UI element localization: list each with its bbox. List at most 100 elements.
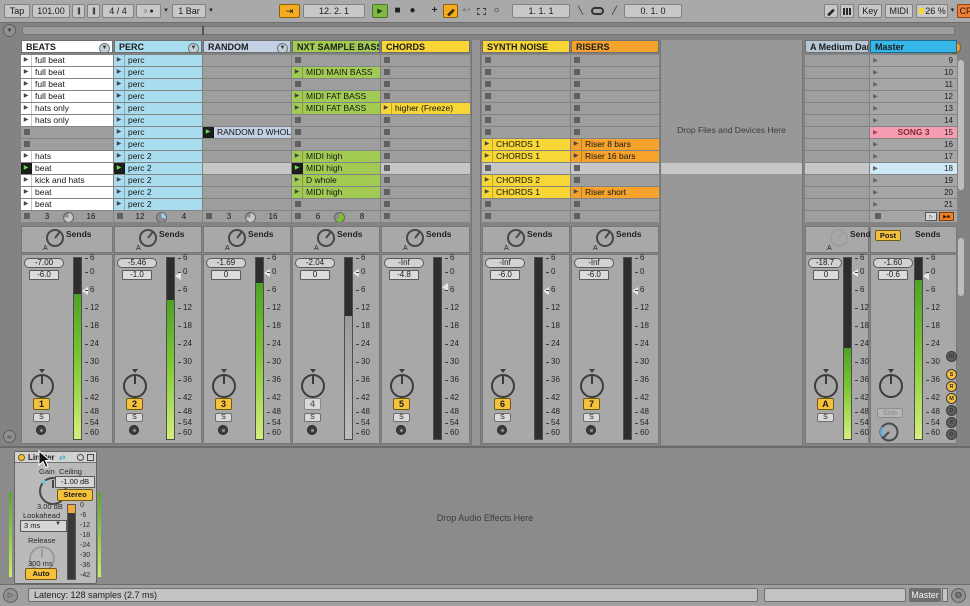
clip-stop-button[interactable]: [384, 201, 390, 207]
clip-play-icon[interactable]: ▶: [114, 199, 125, 210]
scene-play-icon[interactable]: ▶: [873, 91, 878, 102]
clip-stop-slot[interactable]: [292, 55, 380, 66]
clip-full-beat[interactable]: ▶full beat: [21, 55, 113, 66]
clip-play-icon[interactable]: ▶: [482, 175, 493, 186]
cpu-overload-button[interactable]: CPU: [957, 4, 970, 18]
clip-stop-button[interactable]: [384, 93, 390, 99]
empty-clip-slot[interactable]: [203, 79, 291, 90]
send-a-knob-risers[interactable]: [596, 229, 614, 247]
clip-play-icon[interactable]: ▶: [571, 151, 582, 162]
clip-play-icon[interactable]: ▶: [114, 79, 125, 90]
clip-stop-button[interactable]: [485, 201, 491, 207]
clip-play-icon[interactable]: ▶: [114, 103, 125, 114]
clip-midi-main-bass[interactable]: ▶MIDI MAIN BASS: [292, 67, 380, 78]
track-header-a-medium-dark-pl[interactable]: A Medium Dark Pl: [805, 40, 869, 53]
clip-perc[interactable]: ▶perc: [114, 103, 202, 114]
clip-play-icon[interactable]: ▶: [114, 115, 125, 126]
clip-midi-high[interactable]: ▶MIDI high: [292, 163, 380, 174]
mixer-toggle-o[interactable]: O: [946, 429, 957, 440]
scene-play-icon[interactable]: ▶: [873, 115, 878, 126]
clip-stop-slot[interactable]: [571, 175, 659, 186]
info-view-toggle[interactable]: ▷: [3, 588, 18, 603]
clip-play-icon[interactable]: ▶: [21, 115, 32, 126]
clip-chords-2[interactable]: ▶CHORDS 2: [482, 175, 570, 186]
clip-stop-button[interactable]: [485, 69, 491, 75]
loop-length-display[interactable]: 0. 1. 0: [624, 4, 682, 18]
clip-stop-button[interactable]: [574, 93, 580, 99]
send-a-knob-beats[interactable]: [46, 229, 64, 247]
quantization-menu[interactable]: 1 Bar: [172, 4, 206, 18]
clip-stop-button[interactable]: [384, 129, 390, 135]
solo-button-nxt-sample-bass[interactable]: S: [304, 413, 321, 422]
empty-clip-slot[interactable]: [203, 151, 291, 162]
clip-riser-8-bars[interactable]: ▶Riser 8 bars: [571, 139, 659, 150]
pan-knob-synth-noise[interactable]: [491, 374, 515, 398]
clip-d-whole[interactable]: ▶D whole: [292, 175, 380, 186]
arrangement-overview-strip[interactable]: [22, 26, 955, 35]
clip-stop-slot[interactable]: [482, 91, 570, 102]
clip-perc-2[interactable]: ▶perc 2: [114, 187, 202, 198]
clip-full-beat[interactable]: ▶full beat: [21, 91, 113, 102]
clip-stop-slot[interactable]: [381, 175, 470, 186]
scene-play-icon[interactable]: ▶: [873, 55, 878, 66]
clip-stop-slot[interactable]: [482, 163, 570, 174]
clip-perc[interactable]: ▶perc: [114, 79, 202, 90]
scene-slot-15[interactable]: ▶SONG 315: [870, 127, 957, 138]
punch-in-button[interactable]: ╲: [574, 4, 587, 18]
solo-button-chords[interactable]: S: [393, 413, 410, 422]
return-clip-slot[interactable]: [805, 199, 869, 210]
volume-value-master[interactable]: -0.6: [878, 270, 908, 280]
clip-stop-slot[interactable]: [381, 151, 470, 162]
empty-clip-slot[interactable]: [203, 91, 291, 102]
clip-play-icon[interactable]: ▶: [381, 103, 392, 114]
midi-map-button[interactable]: MIDI: [885, 4, 913, 18]
clip-stop-slot[interactable]: [381, 67, 470, 78]
clip-stop-button[interactable]: [485, 57, 491, 63]
mixer-toggle-io[interactable]: IO: [946, 351, 957, 362]
clip-kick-and-hats[interactable]: ▶kick and hats: [21, 175, 113, 186]
empty-clip-slot[interactable]: [203, 163, 291, 174]
punch-out-button[interactable]: ╱: [608, 4, 621, 18]
return-clip-slot[interactable]: [805, 187, 869, 198]
clip-stop-button[interactable]: [574, 201, 580, 207]
pan-knob-random[interactable]: [212, 374, 236, 398]
post-toggle-button[interactable]: Post: [875, 230, 901, 241]
peak-level-display-a-medium-dark-pl[interactable]: -18.7: [808, 258, 842, 268]
track-header-random[interactable]: RANDOM▼: [203, 40, 291, 53]
cpu-dropdown-icon[interactable]: ▾: [949, 4, 956, 18]
clip-perc[interactable]: ▶perc: [114, 91, 202, 102]
volume-value-nxt-sample-bass[interactable]: 0: [300, 270, 330, 280]
clip-play-icon[interactable]: ▶: [114, 187, 125, 198]
send-a-knob-nxt-sample-bass[interactable]: [317, 229, 335, 247]
clip-play-icon[interactable]: ▶: [292, 151, 303, 162]
clip-stop-slot[interactable]: [21, 127, 113, 138]
clip-stop-button[interactable]: [574, 105, 580, 111]
solo-button-beats[interactable]: S: [33, 413, 50, 422]
clip-stop-slot[interactable]: [571, 103, 659, 114]
stop-all-clips-button[interactable]: [875, 213, 881, 219]
track-dropdown-icon[interactable]: ▼: [188, 43, 199, 53]
track-activator-random[interactable]: 3: [215, 398, 232, 410]
pan-knob-perc[interactable]: [123, 374, 147, 398]
scene-play-icon[interactable]: ▶: [873, 103, 878, 114]
clip-stop-button[interactable]: [384, 81, 390, 87]
track-stop-all-button[interactable]: [206, 213, 212, 219]
clip-hats-only[interactable]: ▶hats only: [21, 115, 113, 126]
track-stop-all-button[interactable]: [24, 213, 30, 219]
clip-beat[interactable]: ▶beat: [21, 163, 113, 174]
loop-switch-button[interactable]: [591, 7, 604, 15]
clip-play-icon[interactable]: ▶: [292, 91, 303, 102]
clip-play-icon[interactable]: ▶: [114, 175, 125, 186]
arm-button-risers[interactable]: [586, 425, 596, 435]
clip-midi-high[interactable]: ▶MIDI high: [292, 187, 380, 198]
mixer-toggle-m[interactable]: M: [946, 393, 957, 404]
clip-stop-slot[interactable]: [292, 139, 380, 150]
computer-midi-keyboard-button[interactable]: [840, 4, 854, 18]
clip-play-icon[interactable]: ▶: [114, 91, 125, 102]
clip-stop-slot[interactable]: [571, 55, 659, 66]
pan-knob-a-medium-dark-pl[interactable]: [814, 374, 838, 398]
clip-stop-slot[interactable]: [381, 91, 470, 102]
clip-stop-button[interactable]: [485, 129, 491, 135]
mixer-resize-handle[interactable]: ≈: [3, 430, 16, 443]
track-stop-all-button[interactable]: [117, 213, 123, 219]
